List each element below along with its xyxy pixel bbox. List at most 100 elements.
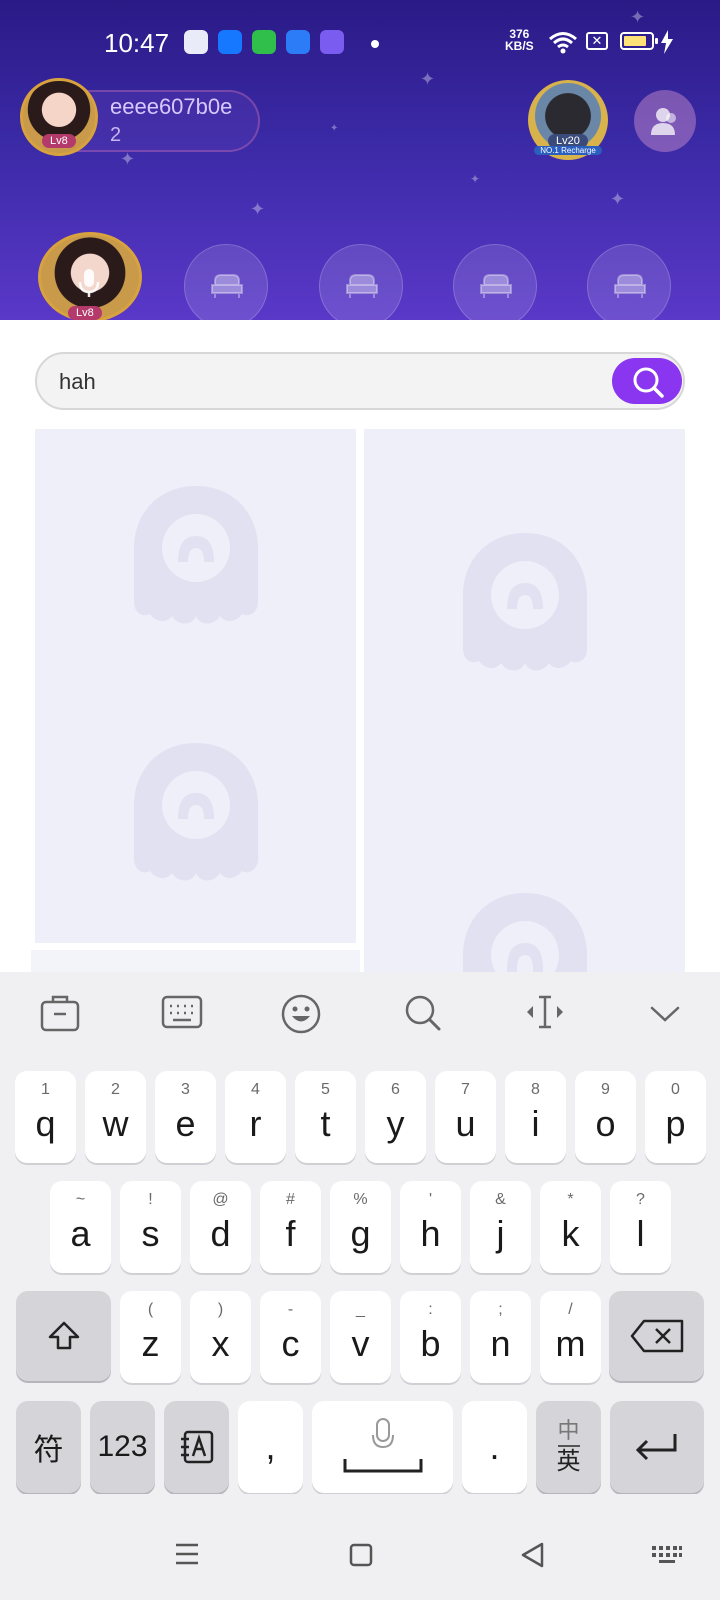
status-bar: 10:47 376 KB/S ✕: [0, 22, 720, 66]
key-hint: 0: [671, 1081, 680, 1098]
keyboard-switch-icon[interactable]: [651, 1545, 683, 1565]
key-i[interactable]: 8i: [505, 1071, 566, 1163]
handwriting-key[interactable]: [164, 1401, 229, 1493]
key-label: h: [420, 1213, 441, 1254]
star-decoration: ✦: [250, 199, 266, 219]
key-label: y: [386, 1103, 405, 1144]
key-g[interactable]: % g: [330, 1181, 391, 1273]
key-j[interactable]: & j: [470, 1181, 531, 1273]
key-l[interactable]: ? l: [610, 1181, 671, 1273]
seat-empty[interactable]: [587, 244, 671, 320]
clipboard-tool-icon[interactable]: [40, 994, 80, 1032]
host-id: 2: [110, 124, 122, 146]
shift-key[interactable]: [16, 1291, 111, 1381]
key-w[interactable]: 2w: [85, 1071, 146, 1163]
baidu-app-icon: [184, 30, 208, 54]
sofa-icon: [346, 274, 378, 298]
key-v[interactable]: _ v: [330, 1291, 391, 1383]
key-m[interactable]: / m: [540, 1291, 601, 1383]
online-users-button[interactable]: [634, 90, 696, 152]
key-d[interactable]: @ d: [190, 1181, 251, 1273]
key-hint: ': [428, 1191, 433, 1208]
seat-empty[interactable]: [184, 244, 268, 320]
comma-key[interactable]: ,: [238, 1401, 303, 1493]
key-t[interactable]: 5t: [295, 1071, 356, 1163]
key-hint: ?: [636, 1191, 645, 1208]
key-s[interactable]: ! s: [120, 1181, 181, 1273]
battery-icon: [620, 32, 658, 50]
key-u[interactable]: 7u: [435, 1071, 496, 1163]
symbols-key[interactable]: 符: [16, 1401, 81, 1493]
key-hint: 4: [251, 1081, 260, 1098]
home-nav-icon[interactable]: [349, 1543, 373, 1567]
key-hint: 3: [181, 1081, 190, 1098]
key-y[interactable]: 6y: [365, 1071, 426, 1163]
period-key[interactable]: .: [462, 1401, 527, 1493]
key-c[interactable]: -c: [260, 1291, 321, 1383]
enter-icon: [635, 1434, 677, 1461]
sofa-icon: [480, 274, 512, 298]
status-time: 10:47: [104, 28, 170, 58]
key-hint: ~: [75, 1191, 86, 1208]
messenger-app-icon: [320, 30, 344, 54]
result-card-placeholder[interactable]: [364, 429, 685, 972]
key-k[interactable]: * k: [540, 1181, 601, 1273]
space-key[interactable]: [312, 1401, 453, 1493]
key-label: c: [281, 1323, 300, 1364]
app-notification-icon: [218, 30, 242, 54]
key-hint: 7: [461, 1081, 470, 1098]
rank-badge[interactable]: Lv20 NO.1 Recharge: [528, 80, 608, 160]
keyboard-search-icon[interactable]: [404, 994, 442, 1032]
menu-nav-icon[interactable]: [174, 1542, 200, 1566]
key-hint: 5: [321, 1081, 330, 1098]
result-card-placeholder[interactable]: [31, 950, 360, 972]
emoji-icon[interactable]: [281, 994, 321, 1034]
key-a[interactable]: ~ a: [50, 1181, 111, 1273]
key-label: d: [210, 1213, 231, 1254]
language-switch-key[interactable]: 中 英: [536, 1401, 601, 1493]
backspace-icon: [630, 1319, 683, 1353]
network-speed: 376 KB/S: [505, 27, 534, 53]
seat-empty[interactable]: [453, 244, 537, 320]
key-e[interactable]: 3e: [155, 1071, 216, 1163]
key-r[interactable]: 4r: [225, 1071, 286, 1163]
key-q[interactable]: 1q: [15, 1071, 76, 1163]
backspace-key[interactable]: [609, 1291, 704, 1381]
key-n[interactable]: ; n: [470, 1291, 531, 1383]
key-label: u: [455, 1103, 476, 1144]
search-bar: [35, 352, 685, 410]
key-hint: !: [148, 1191, 153, 1208]
key-p[interactable]: 0p: [645, 1071, 706, 1163]
key-hint: 6: [391, 1081, 400, 1098]
numbers-key[interactable]: 123: [90, 1401, 155, 1493]
placeholder-mascot-icon: [134, 486, 258, 624]
users-icon: [651, 108, 676, 135]
host-name: eeee607b0e: [110, 94, 233, 119]
key-label: m: [555, 1323, 586, 1364]
key-x[interactable]: ) x: [190, 1291, 251, 1383]
placeholder-mascot-icon: [134, 743, 258, 881]
star-decoration: ✦: [610, 189, 626, 209]
seat-empty[interactable]: [319, 244, 403, 320]
key-z[interactable]: (z: [120, 1291, 181, 1383]
key-h[interactable]: ' h: [400, 1181, 461, 1273]
key-label: p: [665, 1103, 686, 1144]
key-b[interactable]: :b: [400, 1291, 461, 1383]
collapse-keyboard-icon[interactable]: [650, 1004, 680, 1024]
key-o[interactable]: 9o: [575, 1071, 636, 1163]
cursor-move-icon[interactable]: [524, 994, 566, 1030]
search-button[interactable]: [612, 358, 682, 404]
key-label: f: [285, 1213, 296, 1254]
key-hint: ;: [498, 1301, 503, 1318]
key-label: i: [531, 1103, 540, 1144]
keyboard-layout-icon[interactable]: [161, 994, 203, 1030]
star-decoration: ✦: [470, 172, 481, 186]
key-f[interactable]: # f: [260, 1181, 321, 1273]
search-input[interactable]: [59, 364, 579, 400]
room-header: ✦ ✦ ✦ ✦ ✦ ✦ ✦ 10:47 376 KB/S ✕ Lv8 eeee6…: [0, 0, 720, 320]
key-hint: _: [356, 1301, 365, 1318]
enter-key[interactable]: [610, 1401, 704, 1493]
host-level-badge: Lv8: [42, 134, 76, 148]
back-nav-icon[interactable]: [520, 1542, 544, 1568]
key-hint: 1: [41, 1081, 50, 1098]
